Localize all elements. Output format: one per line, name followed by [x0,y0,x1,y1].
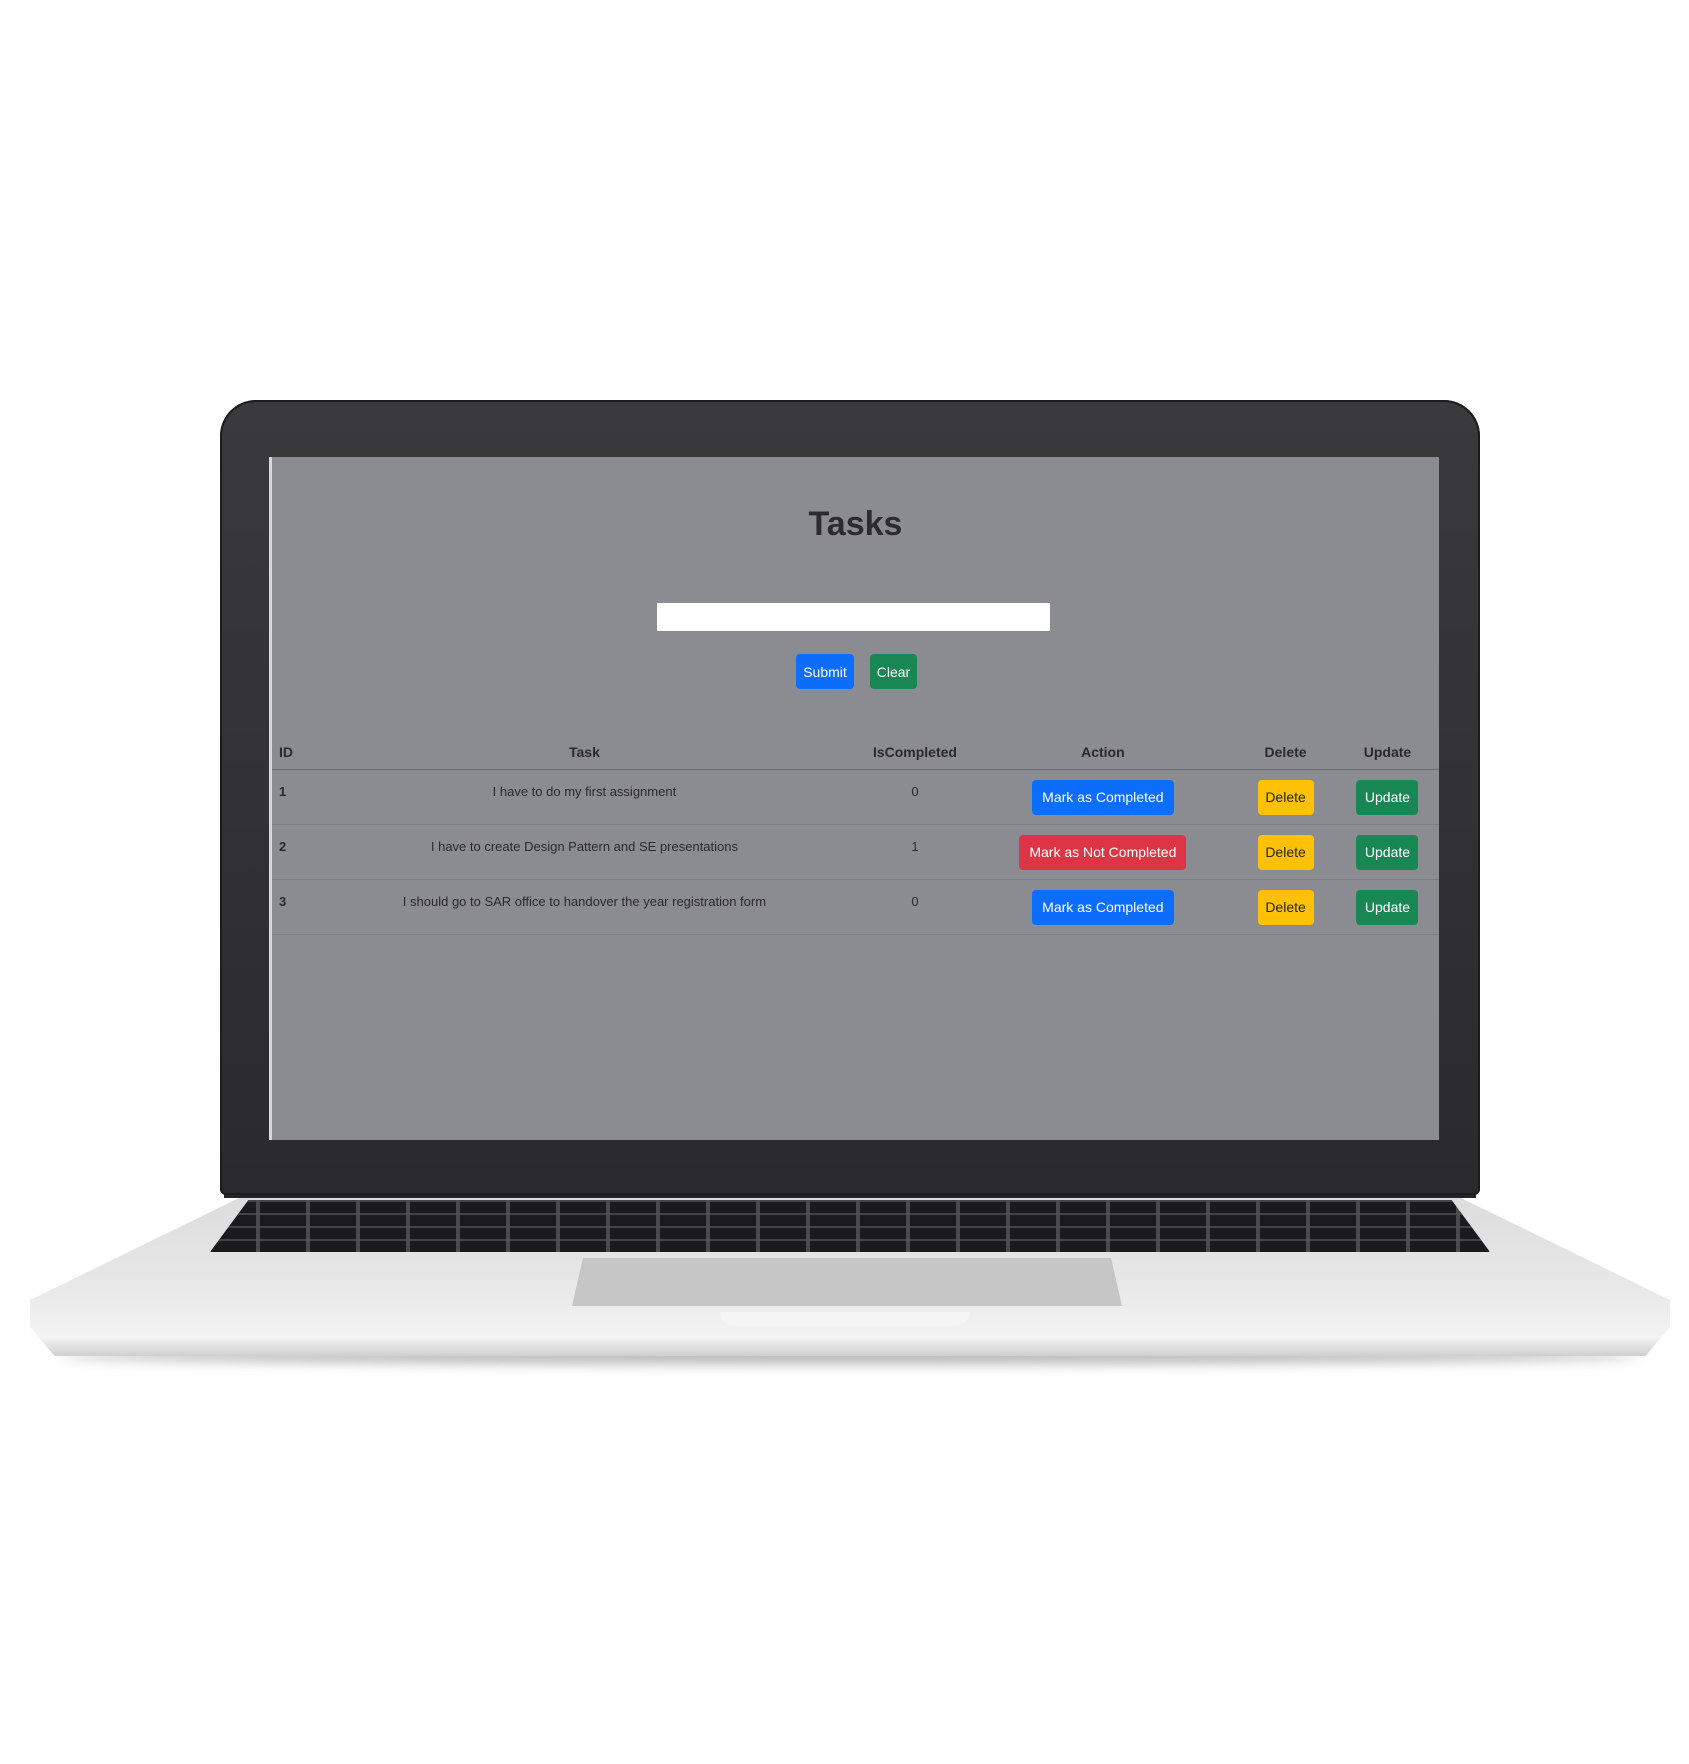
keyboard-rows [210,1200,1490,1252]
laptop-lid: Tasks Submit Clear ID Task IsCompleted A… [220,400,1480,1195]
row-is-completed: 0 [859,879,971,935]
row-task: I have to create Design Pattern and SE p… [309,824,860,880]
row-action-cell: Mark as Completed [970,769,1236,825]
row-action-cell: Mark as Completed [970,879,1236,935]
update-button[interactable]: Update [1356,834,1419,870]
row-id-text: 3 [279,893,287,909]
table-header: ID Task IsCompleted Action Delete Update [272,735,1439,770]
row-delete-cell: Delete [1235,879,1336,935]
page-title: Tasks [808,505,903,543]
row-is-completed-text: 0 [911,783,919,799]
row-is-completed: 1 [859,824,971,880]
row-id: 3 [272,879,310,935]
row-task-text: I have to create Design Pattern and SE p… [430,838,738,854]
laptop-notch [720,1312,970,1326]
row-update-cell: Update [1335,879,1439,935]
mark-completed-button[interactable]: Mark as Completed [1032,779,1174,815]
row-id-text: 2 [279,838,287,854]
mark-completed-button[interactable]: Mark as Completed [1032,889,1174,925]
table-row: 1 I have to do my first assignment 0 Mar… [272,769,1439,825]
row-task-text: I should go to SAR office to handover th… [402,893,767,909]
header-is-completed: IsCompleted [859,735,971,770]
row-is-completed-text: 0 [911,893,919,909]
laptop-trackpad [572,1258,1122,1306]
delete-button[interactable]: Delete [1257,889,1314,925]
header-id: ID [272,735,310,770]
row-delete-cell: Delete [1235,824,1336,880]
delete-button[interactable]: Delete [1257,779,1314,815]
row-task-text: I have to do my first assignment [492,783,677,799]
row-update-cell: Update [1335,824,1439,880]
row-is-completed: 0 [859,769,971,825]
header-action: Action [970,735,1236,770]
row-is-completed-text: 1 [911,838,919,854]
table-row: 3 I should go to SAR office to handover … [272,879,1439,935]
row-task: I have to do my first assignment [309,769,860,825]
table-row: 2 I have to create Design Pattern and SE… [272,824,1439,880]
clear-button[interactable]: Clear [870,654,917,689]
row-update-cell: Update [1335,769,1439,825]
row-delete-cell: Delete [1235,769,1336,825]
update-button[interactable]: Update [1356,779,1419,815]
app-screen: Tasks Submit Clear ID Task IsCompleted A… [269,457,1439,1140]
tasks-table: ID Task IsCompleted Action Delete Update… [272,735,1439,935]
row-id: 2 [272,824,310,880]
row-id: 1 [272,769,310,825]
row-action-cell: Mark as Not Completed [970,824,1236,880]
mark-not-completed-button[interactable]: Mark as Not Completed [1019,834,1187,870]
header-update: Update [1335,735,1439,770]
row-task: I should go to SAR office to handover th… [309,879,860,935]
task-input[interactable] [657,603,1050,631]
delete-button[interactable]: Delete [1257,834,1314,870]
header-delete: Delete [1235,735,1336,770]
submit-button[interactable]: Submit [796,654,854,689]
header-task: Task [309,735,860,770]
row-id-text: 1 [279,783,287,799]
update-button[interactable]: Update [1356,889,1419,925]
